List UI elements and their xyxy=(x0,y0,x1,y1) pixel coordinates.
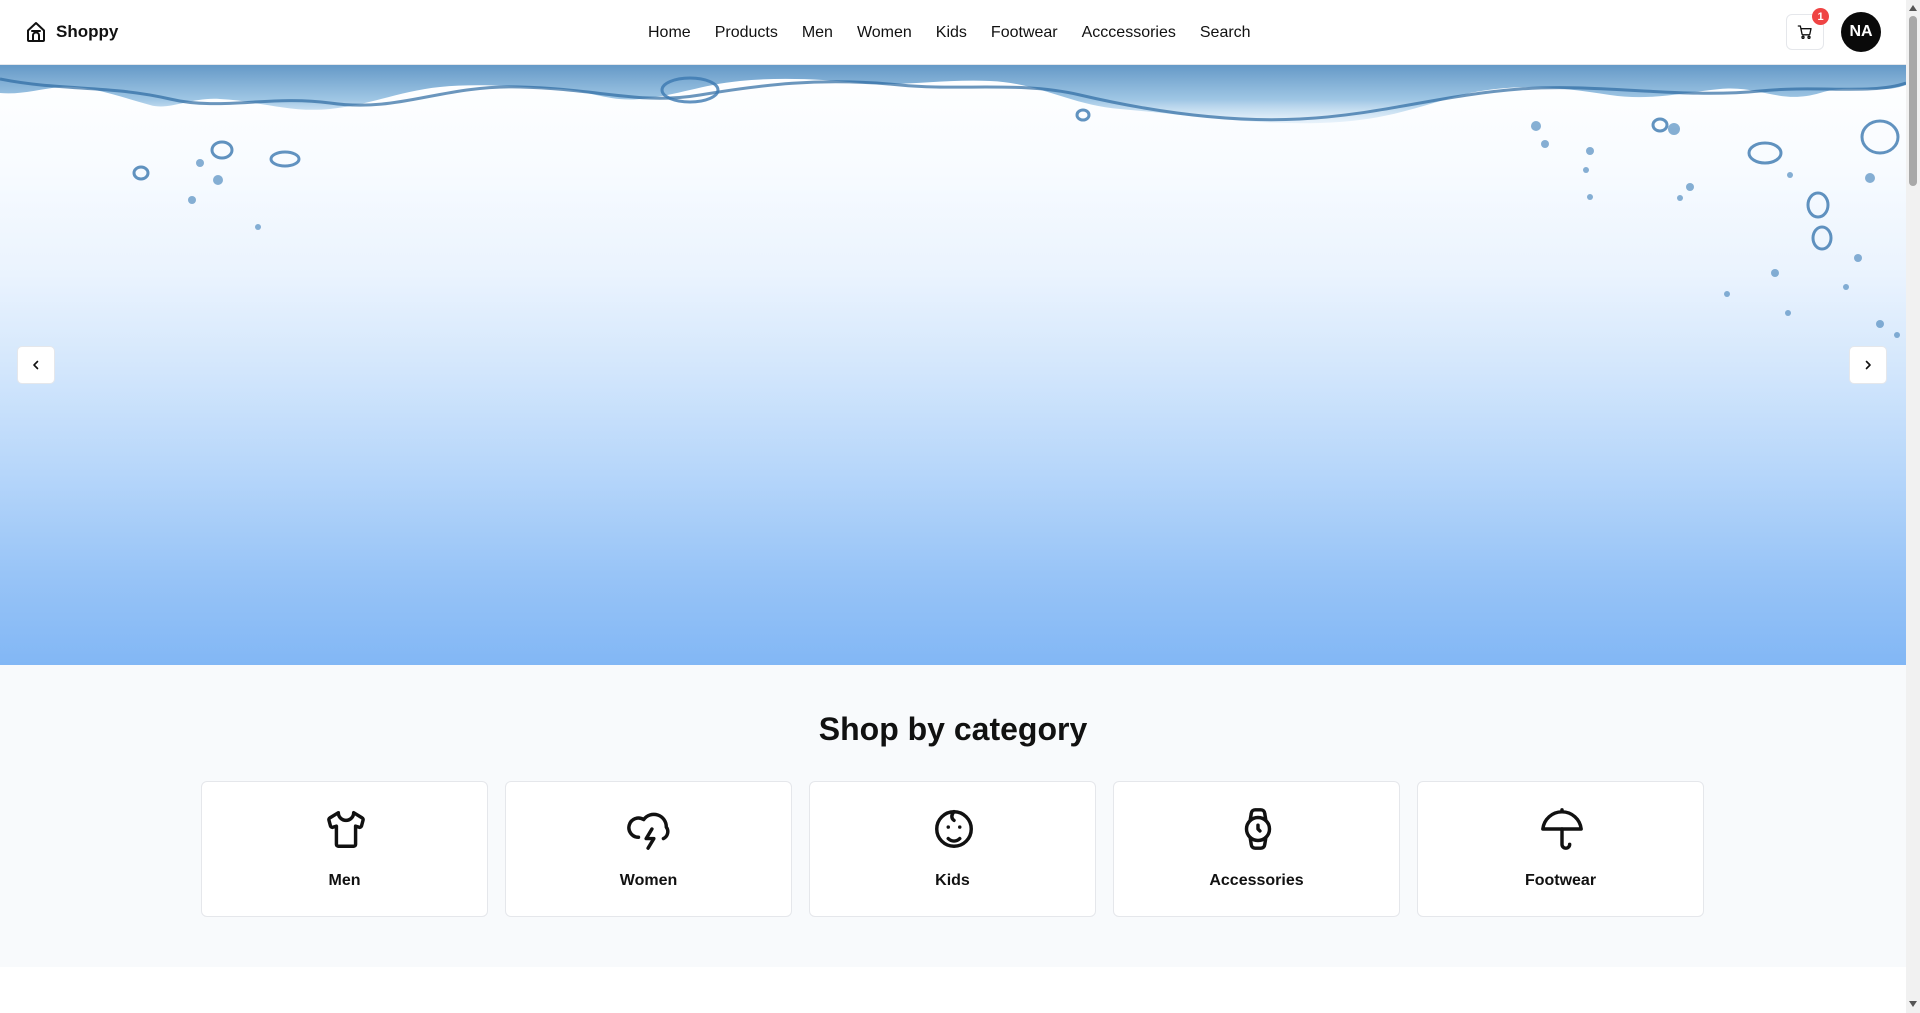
shop-by-category-section: Shop by category Men Women Kids Accessor… xyxy=(0,665,1906,967)
top-header: Shoppy Home Products Men Women Kids Foot… xyxy=(0,0,1906,65)
carousel-next-button[interactable] xyxy=(1849,346,1887,384)
brand-logo[interactable]: Shoppy xyxy=(24,20,118,44)
nav-men[interactable]: Men xyxy=(790,24,845,42)
nav-home[interactable]: Home xyxy=(636,24,703,42)
cloud-lightning-icon xyxy=(627,812,670,850)
store-icon xyxy=(27,22,45,42)
category-card-accessories[interactable]: Accessories xyxy=(1113,781,1400,917)
chevron-right-icon xyxy=(1865,360,1871,370)
category-label: Kids xyxy=(935,872,970,889)
nav-accessories[interactable]: Acccessories xyxy=(1070,24,1188,42)
category-label: Accessories xyxy=(1209,872,1304,889)
page-scrollbar[interactable] xyxy=(1906,0,1920,1013)
watch-icon xyxy=(1244,808,1272,850)
umbrella-icon xyxy=(1541,808,1583,850)
nav-search[interactable]: Search xyxy=(1188,24,1263,42)
cart-icon xyxy=(1797,25,1812,39)
scroll-up-arrow[interactable] xyxy=(1909,5,1917,11)
cart-count-badge: 1 xyxy=(1812,8,1829,25)
user-avatar[interactable]: NA xyxy=(1841,12,1881,52)
scroll-thumb[interactable] xyxy=(1909,16,1917,186)
shirt-icon xyxy=(327,810,365,848)
baby-icon xyxy=(935,810,973,848)
chevron-left-icon xyxy=(33,360,39,370)
nav-footwear[interactable]: Footwear xyxy=(979,24,1070,42)
nav-products[interactable]: Products xyxy=(703,24,790,42)
main-nav: Home Products Men Women Kids Footwear Ac… xyxy=(636,0,1263,65)
category-label: Women xyxy=(619,872,678,889)
cart-button[interactable]: 1 xyxy=(1786,8,1829,50)
category-card-women[interactable]: Women xyxy=(505,781,792,917)
category-label: Men xyxy=(328,872,361,889)
hero-carousel xyxy=(0,65,1906,665)
carousel-prev-button[interactable] xyxy=(17,346,55,384)
nav-women[interactable]: Women xyxy=(845,24,924,42)
scroll-down-arrow[interactable] xyxy=(1909,1001,1917,1007)
hero-water-image xyxy=(0,65,1906,338)
category-card-men[interactable]: Men xyxy=(201,781,488,917)
brand-name: Shoppy xyxy=(56,22,119,41)
nav-kids[interactable]: Kids xyxy=(924,24,979,42)
category-card-footwear[interactable]: Footwear xyxy=(1417,781,1704,917)
category-card-kids[interactable]: Kids xyxy=(809,781,1096,917)
category-label: Footwear xyxy=(1524,872,1597,889)
section-title: Shop by category xyxy=(818,711,1088,747)
